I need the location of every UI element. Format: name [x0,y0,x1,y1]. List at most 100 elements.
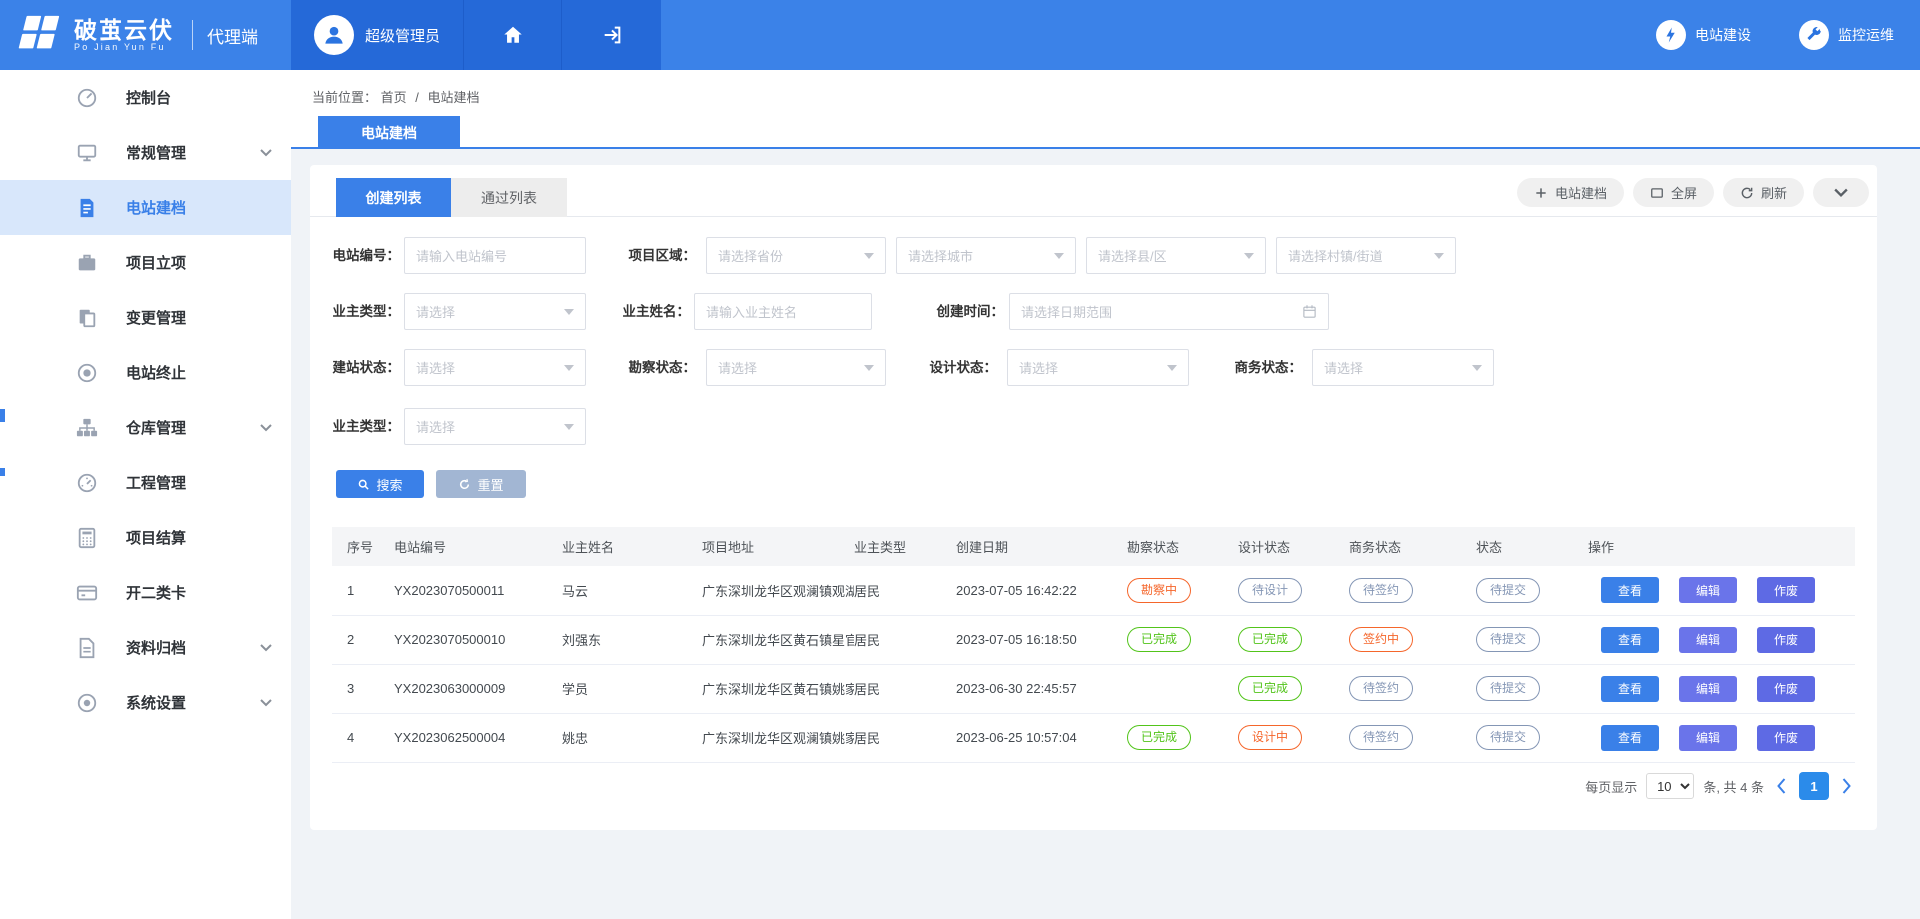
status-badge: 已完成 [1127,725,1191,750]
view-button[interactable]: 查看 [1601,725,1659,751]
toolbar-refresh-button[interactable]: 刷新 [1723,178,1804,207]
district-select[interactable]: 请选择县/区 [1086,237,1266,274]
owner-type-cell: 居民 [854,615,956,664]
lightning-icon [1656,20,1686,50]
station-table: 序号 电站编号 业主姓名 项目地址 业主类型 创建日期 勘察状态 设计状态 商务… [332,527,1855,763]
status-badge: 勘察中 [1127,578,1191,603]
app-header: 破茧云伏 Po Jian Yun Fu 代理端 超级管理员 电站建设 监控运维 [0,0,1920,70]
owner-name-cell: 马云 [562,566,702,615]
toolbar-button-label: 刷新 [1761,183,1787,202]
placeholder-text: 请选择省份 [718,246,864,265]
owner-type-cell: 居民 [854,566,956,615]
sidebar-item-project-settlement[interactable]: 项目结算 [0,510,291,565]
survey-status-cell [1127,664,1238,713]
sidebar-item-station-termination[interactable]: 电站终止 [0,345,291,400]
reset-button[interactable]: 重置 [436,470,526,498]
province-select[interactable]: 请选择省份 [706,237,886,274]
edit-button[interactable]: 编辑 [1679,627,1737,653]
void-button[interactable]: 作废 [1757,725,1815,751]
sidebar-item-second-class-card[interactable]: 开二类卡 [0,565,291,620]
col-seq: 序号 [332,527,394,566]
create-time-range-input[interactable]: 请选择日期范围 [1009,293,1329,330]
document-icon [76,197,98,219]
col-actions: 操作 [1588,527,1855,566]
col-station-id: 电站编号 [394,527,562,566]
home-button[interactable] [464,0,561,70]
brand-text: 破茧云伏 Po Jian Yun Fu [74,18,174,52]
breadcrumb-home-link[interactable]: 首页 [381,90,407,105]
caret-down-icon [564,309,574,315]
table-row: 4YX2023062500004姚忠广东深圳龙华区观澜镇姚家庄...居民2023… [332,713,1855,762]
owner-type-select[interactable]: 请选择 [404,293,586,330]
toolbar-more-button[interactable] [1813,178,1869,207]
sidebar-item-console[interactable]: 控制台 [0,70,291,125]
edit-button[interactable]: 编辑 [1679,577,1737,603]
sidebar-item-change-management[interactable]: 变更管理 [0,290,291,345]
build-status-select[interactable]: 请选择 [404,349,586,386]
design-status-select[interactable]: 请选择 [1007,349,1189,386]
sidebar-item-data-archive[interactable]: 资料归档 [0,620,291,675]
page-number-1[interactable]: 1 [1799,772,1829,800]
nav-monitor-ops[interactable]: 监控运维 [1799,20,1894,50]
page-tab-station-filing[interactable]: 电站建档 [318,116,460,149]
status-badge: 待签约 [1349,725,1413,750]
sidebar-item-system-settings[interactable]: 系统设置 [0,675,291,730]
city-select[interactable]: 请选择城市 [896,237,1076,274]
actions-cell: 查看编辑作废 [1588,664,1855,713]
town-select[interactable]: 请选择村镇/街道 [1276,237,1456,274]
survey-status-cell: 已完成 [1127,615,1238,664]
business-status-select[interactable]: 请选择 [1312,349,1494,386]
tab-passed-list[interactable]: 通过列表 [451,178,567,217]
sidebar-item-engineering-management[interactable]: 工程管理 [0,455,291,510]
station-id-cell: YX2023063000009 [394,664,562,713]
prev-page-button[interactable] [1773,778,1790,794]
search-button[interactable]: 搜索 [336,470,424,498]
edit-button[interactable]: 编辑 [1679,725,1737,751]
nav-label: 监控运维 [1838,25,1894,45]
owner-name-label: 业主姓名： [610,293,690,330]
view-button[interactable]: 查看 [1601,627,1659,653]
toolbar-add-station-button[interactable]: 电站建档 [1517,178,1624,207]
toolbar-fullscreen-button[interactable]: 全屏 [1633,178,1714,207]
owner-type2-select[interactable]: 请选择 [404,408,586,445]
owner-name-input[interactable]: 请输入业主姓名 [694,293,872,330]
sidebar-item-project-initiation[interactable]: 项目立项 [0,235,291,290]
survey-status-select[interactable]: 请选择 [706,349,886,386]
view-button[interactable]: 查看 [1601,676,1659,702]
void-button[interactable]: 作废 [1757,676,1815,702]
station-no-input[interactable]: 请输入电站编号 [404,237,586,274]
calendar-icon [1302,304,1317,319]
main-content: 当前位置： 首页 / 电站建档 电站建档 创建列表 通过列表 电站建档全屏刷新 … [291,70,1920,919]
sidebar-item-general-management[interactable]: 常规管理 [0,125,291,180]
sidebar-item-label: 控制台 [126,87,171,108]
next-page-button[interactable] [1838,778,1855,794]
view-button[interactable]: 查看 [1601,577,1659,603]
design-status-cell: 待设计 [1238,566,1349,615]
status-badge: 待签约 [1349,578,1413,603]
user-profile[interactable]: 超级管理员 [291,0,463,70]
per-page-select[interactable]: 10 [1646,773,1694,799]
edit-button[interactable]: 编辑 [1679,676,1737,702]
sidebar: 控制台常规管理电站建档项目立项变更管理电站终止仓库管理工程管理项目结算开二类卡资… [0,70,291,919]
void-button[interactable]: 作废 [1757,577,1815,603]
caret-down-icon [1167,365,1177,371]
sidebar-scroll-indicator[interactable] [0,468,5,476]
sidebar-item-station-filing[interactable]: 电站建档 [0,180,291,235]
plus-icon [1534,186,1548,200]
home-icon [502,24,524,46]
owner-type-cell: 居民 [854,713,956,762]
sidebar-scroll-indicator[interactable] [0,409,5,422]
status-cell: 待提交 [1476,615,1588,664]
void-button[interactable]: 作废 [1757,627,1815,653]
nav-station-build[interactable]: 电站建设 [1656,20,1751,50]
tab-create-list[interactable]: 创建列表 [336,178,451,217]
sidebar-item-warehouse-management[interactable]: 仓库管理 [0,400,291,455]
col-created-date: 创建日期 [956,527,1127,566]
pagination: 每页显示 10 条, 共 4 条 1 [1585,772,1855,800]
station-no-label: 电站编号： [320,237,400,274]
logout-icon [601,24,623,46]
address-cell: 广东深圳龙华区黄石镇星官大... [702,615,854,664]
col-business-status: 商务状态 [1349,527,1476,566]
toolbar-button-label: 电站建档 [1555,183,1607,202]
logout-button[interactable] [562,0,661,70]
